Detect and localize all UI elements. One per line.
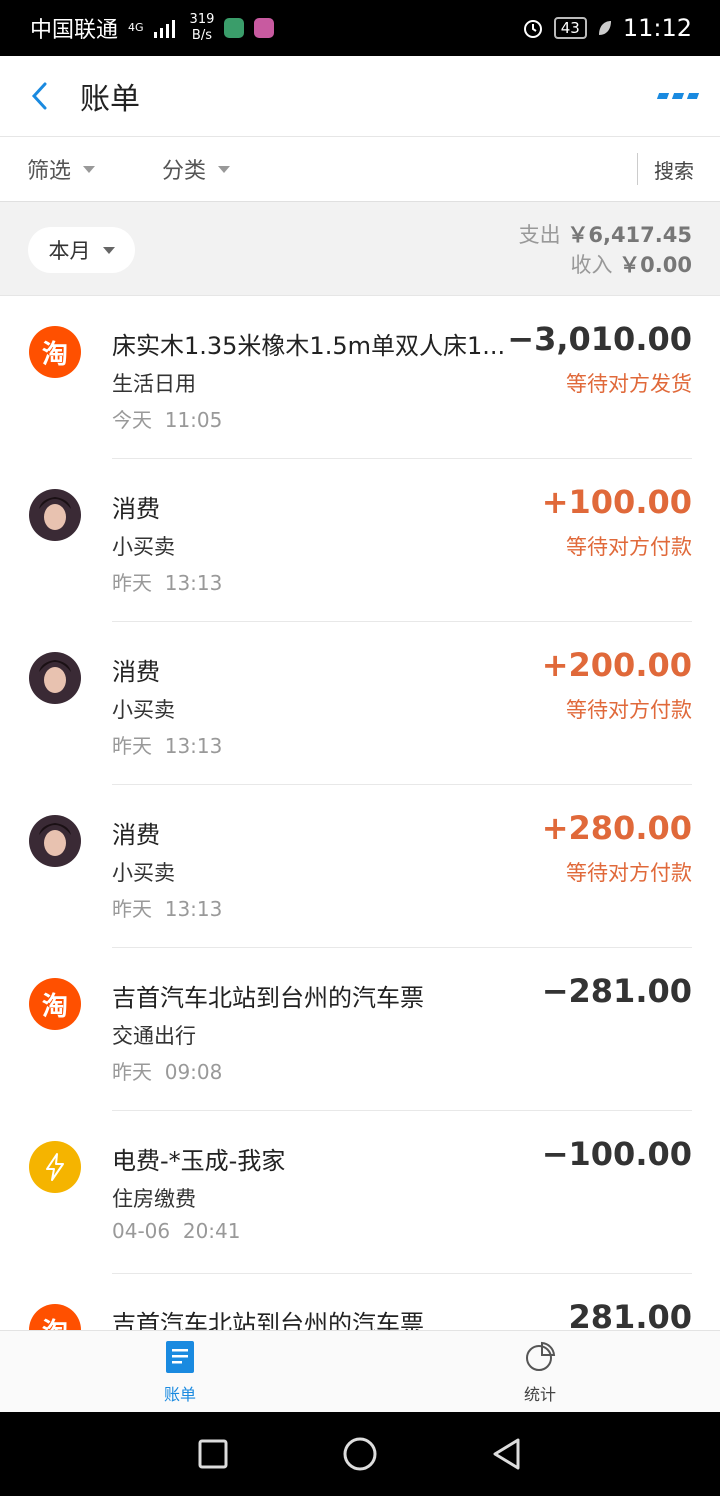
speed-unit: B/s [191,28,212,43]
transaction-time: 04-06 20:41 [112,1219,241,1243]
category-dropdown[interactable]: 分类 [162,153,231,185]
lightning-icon [29,1141,81,1193]
transaction-amount: +100.00 [541,483,692,521]
clock: 11:12 [622,14,692,42]
recent-apps-icon[interactable] [197,1438,229,1470]
alarm-icon [523,20,542,38]
leaf-icon [598,21,611,35]
chevron-left-icon [31,82,47,110]
transaction-amount: +200.00 [541,646,692,684]
user-avatar [29,652,81,704]
filter-label: 筛选 [27,159,72,184]
transaction-time: 今天 11:05 [112,408,223,432]
category-label: 分类 [162,159,207,184]
transaction-status: 等待对方付款 [566,535,692,559]
transaction-category: 小买卖 [112,861,175,885]
month-summary: 本月 支出 ￥6,417.45 收入 ￥0.00 [0,202,720,296]
transaction-category: 交通出行 [112,1024,196,1048]
taobao-icon: 淘 [29,326,81,378]
transaction-time: 昨天 13:13 [112,571,223,595]
app-notification-icon [254,18,275,38]
filter-bar: 筛选 分类 搜索 [0,137,720,202]
carrier-name: 中国联通 [30,18,119,43]
user-avatar [29,489,81,541]
transaction-row[interactable]: 消费 小买卖 昨天 13:13 +100.00 等待对方付款 [0,459,720,622]
network-speed: 319 B/s [190,12,215,44]
taobao-icon: 淘 [29,1304,81,1330]
transaction-row[interactable]: 电费-*玉成-我家 住房缴费 04-06 20:41 −100.00 [0,1111,720,1274]
transaction-category: 小买卖 [112,535,175,559]
transaction-title: 消费 [112,821,160,849]
more-icon [686,93,700,99]
battery-level: 43 [553,17,587,39]
system-nav-bar [0,1412,720,1496]
income-total: 收入 ￥0.00 [519,250,692,280]
taobao-icon: 淘 [29,978,81,1030]
tab-stats-label: 统计 [523,1385,556,1404]
status-right: 43 11:12 [522,14,692,42]
transaction-row[interactable]: 淘 吉首汽车北站到台州的汽车票 281.00 [0,1274,720,1330]
caret-down-icon [218,165,231,173]
transaction-row[interactable]: 淘 床实木1.35米橡木1.5m单双人床1... 生活日用 今天 11:05 −… [0,296,720,459]
transaction-time: 昨天 13:13 [112,897,223,921]
transaction-status: 等待对方付款 [566,861,692,885]
transaction-title: 消费 [112,658,160,686]
more-icon [656,93,670,99]
transaction-row[interactable]: 淘 吉首汽车北站到台州的汽车票 交通出行 昨天 09:08 −281.00 [0,948,720,1111]
tab-bills-label: 账单 [163,1385,196,1404]
month-selector[interactable]: 本月 [28,227,135,273]
transaction-list: 淘 床实木1.35米橡木1.5m单双人床1... 生活日用 今天 11:05 −… [0,296,720,1330]
expense-label: 支出 [518,223,561,247]
transaction-category: 住房缴费 [112,1187,196,1211]
status-left: 中国联通 4G 319 B/s [30,12,275,44]
tab-bills[interactable]: 账单 [140,1341,220,1405]
transaction-title: 吉首汽车北站到台州的汽车票 [112,1310,424,1330]
filter-dropdown[interactable]: 筛选 [27,153,96,185]
caret-down-icon [83,165,96,173]
month-label: 本月 [48,239,91,263]
list-icon [166,1341,194,1373]
transaction-amount: +280.00 [541,809,692,847]
back-nav-icon[interactable] [491,1437,523,1471]
more-icon [671,93,685,99]
transaction-row[interactable]: 消费 小买卖 昨天 13:13 +280.00 等待对方付款 [0,785,720,948]
summary-totals: 支出 ￥6,417.45 收入 ￥0.00 [519,220,692,280]
transaction-title: 电费-*玉成-我家 [112,1147,286,1175]
transaction-amount: −100.00 [541,1135,692,1173]
transaction-amount: 281.00 [568,1298,692,1330]
back-button[interactable] [0,56,80,137]
expense-amount: ￥6,417.45 [567,223,692,247]
pie-chart-icon [526,1341,556,1371]
speed-value: 319 [189,12,215,27]
status-bar: 中国联通 4G 319 B/s 43 11:12 [0,0,720,56]
transaction-time: 昨天 09:08 [112,1060,223,1084]
app-notification-icon [224,18,245,38]
caret-down-icon [102,246,115,254]
transaction-amount: −3,010.00 [507,320,692,358]
transaction-category: 小买卖 [112,698,175,722]
transaction-status: 等待对方付款 [566,698,692,722]
transaction-status: 等待对方发货 [566,372,692,396]
network-type: 4G [128,21,144,34]
divider [637,153,638,185]
income-label: 收入 [570,253,613,277]
transaction-title: 吉首汽车北站到台州的汽车票 [112,984,424,1012]
header: 账单 [0,56,720,137]
transaction-title: 消费 [112,495,160,523]
tab-stats[interactable]: 统计 [500,1341,580,1405]
transaction-category: 生活日用 [112,372,196,396]
user-avatar [29,815,81,867]
page-title: 账单 [80,82,140,117]
expense-total: 支出 ￥6,417.45 [519,220,692,250]
income-amount: ￥0.00 [619,253,692,277]
bottom-tab-bar: 账单 统计 [0,1330,720,1412]
transaction-title: 床实木1.35米橡木1.5m单双人床1... [112,332,506,360]
more-button[interactable] [656,84,700,108]
search-button[interactable]: 搜索 [654,155,694,184]
home-icon[interactable] [342,1436,378,1472]
signal-icon [153,20,175,38]
transaction-row[interactable]: 消费 小买卖 昨天 13:13 +200.00 等待对方付款 [0,622,720,785]
transaction-amount: −281.00 [541,972,692,1010]
transaction-time: 昨天 13:13 [112,734,223,758]
